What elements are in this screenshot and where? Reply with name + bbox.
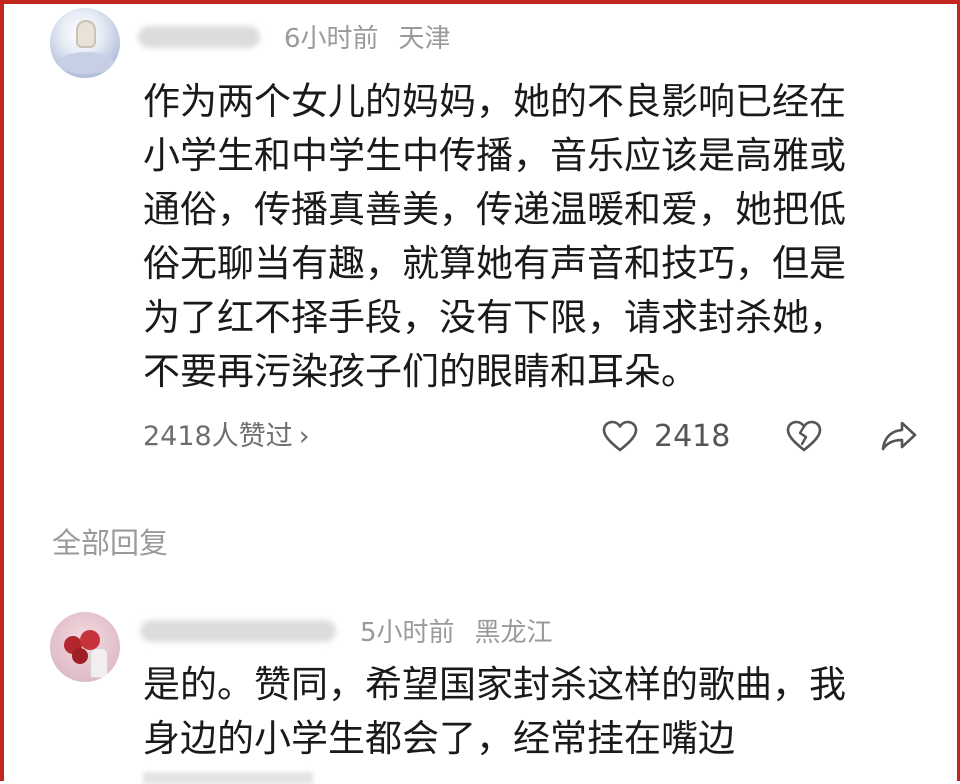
reply-time: 5小时前	[360, 618, 455, 648]
like-button[interactable]: 2418	[602, 414, 730, 458]
commenter-name-blurred[interactable]	[138, 26, 260, 48]
comment-line: 为了红不择手段，没有下限，请求封杀她，	[143, 296, 846, 339]
reply-meta: 5小时前 黑龙江	[360, 612, 553, 649]
comment-line: 不要再污染孩子们的眼睛和耳朵。	[143, 350, 698, 393]
dislike-button[interactable]	[786, 414, 822, 458]
replier-avatar[interactable]	[50, 612, 120, 682]
like-count: 2418	[654, 418, 731, 454]
avatar-figure-shape	[76, 20, 96, 48]
share-button[interactable]	[880, 414, 918, 458]
comment-time: 6小时前	[284, 24, 379, 54]
heart-outline-icon	[602, 420, 638, 452]
comment-line: 俗无聊当有趣，就算她有声音和技巧，但是	[143, 242, 846, 285]
likes-summary-link[interactable]: 2418人赞过 ›	[143, 414, 310, 453]
avatar-rose-shape	[80, 630, 100, 650]
reply-text: 是的。赞同，希望国家封杀这样的歌曲，我 身边的小学生都会了，经常挂在嘴边	[143, 658, 923, 766]
avatar-rose-shape	[72, 648, 88, 664]
comment-location: 天津	[398, 24, 451, 54]
avatar-base-shape	[58, 52, 114, 74]
commenter-avatar[interactable]	[50, 8, 120, 78]
chevron-right-icon: ›	[298, 421, 310, 452]
comment-text: 作为两个女儿的妈妈，她的不良影响已经在 小学生和中学生中传播，音乐应该是高雅或 …	[143, 75, 923, 399]
broken-heart-icon	[786, 420, 822, 452]
comment-meta: 6小时前 天津	[284, 18, 451, 55]
next-item-cutoff	[143, 772, 313, 784]
share-arrow-icon	[881, 421, 917, 451]
comment-line: 作为两个女儿的妈妈，她的不良影响已经在	[143, 80, 846, 123]
comment-line: 通俗，传播真善美，传递温暖和爱，她把低	[143, 188, 846, 231]
comment-line: 小学生和中学生中传播，音乐应该是高雅或	[143, 134, 846, 177]
avatar-vase-shape	[90, 648, 108, 678]
replier-name-blurred[interactable]	[140, 620, 336, 642]
reply-location: 黑龙江	[474, 618, 553, 648]
all-replies-header: 全部回复	[52, 526, 169, 560]
reply-line: 是的。赞同，希望国家封杀这样的歌曲，我	[143, 663, 846, 706]
reply-line: 身边的小学生都会了，经常挂在嘴边	[143, 717, 735, 760]
likes-summary-text: 2418人赞过	[143, 421, 293, 452]
